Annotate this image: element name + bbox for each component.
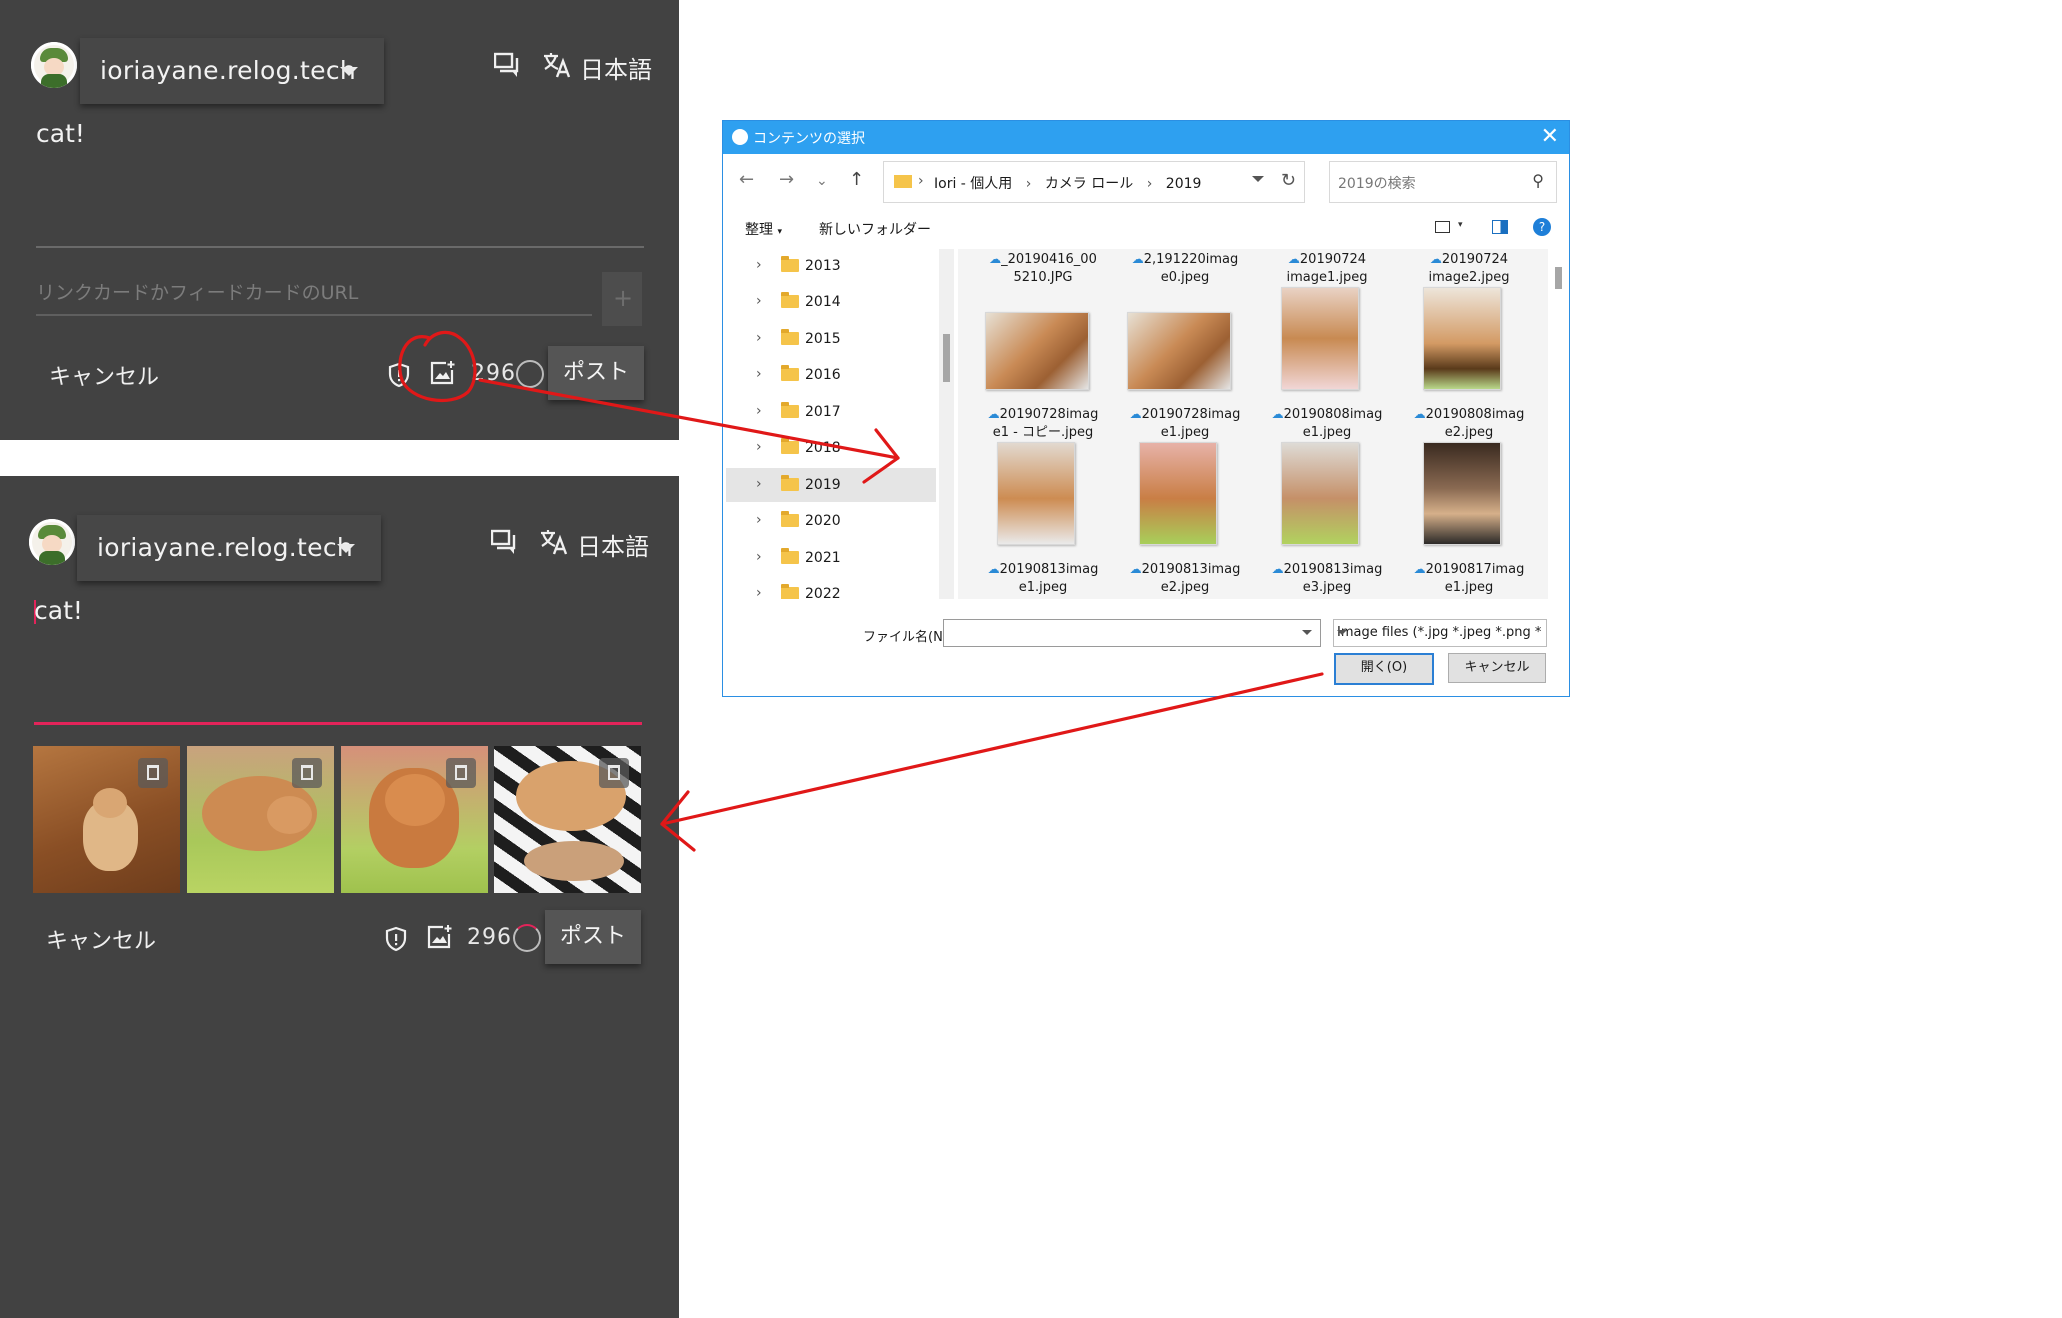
annotation-arrow-1	[478, 378, 900, 460]
annotation-overlay	[398, 330, 1324, 852]
annotation-circle	[398, 330, 477, 403]
annotation-arrow-2	[660, 672, 1324, 826]
